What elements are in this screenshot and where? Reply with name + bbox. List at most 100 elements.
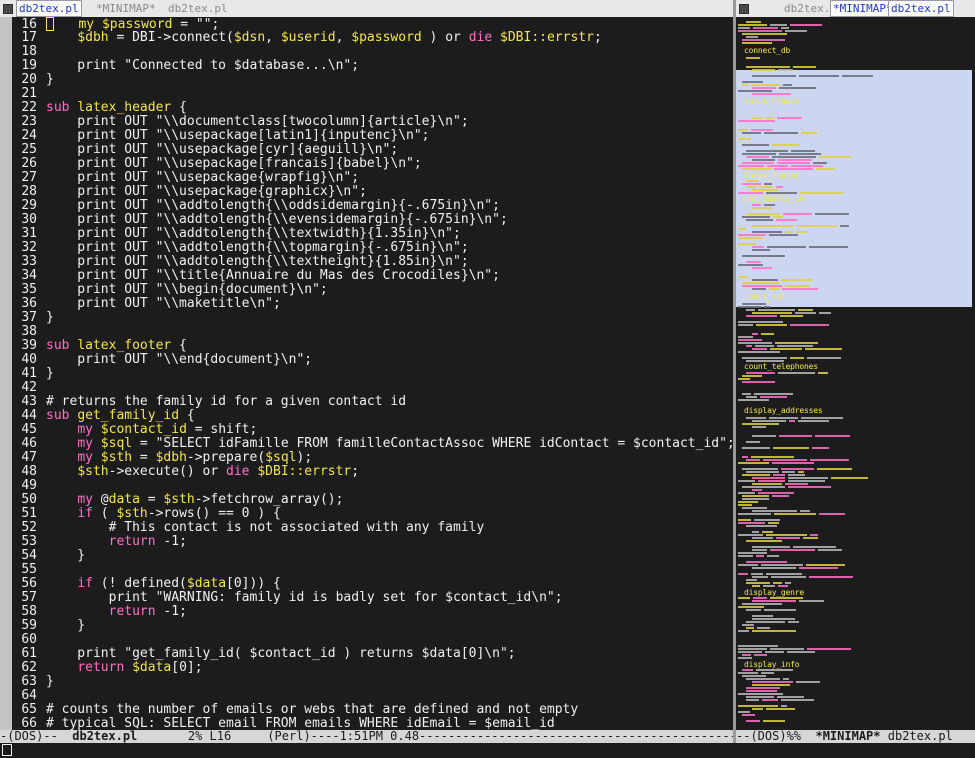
minimap-section-label[interactable]: latex_header bbox=[744, 97, 800, 106]
code-line[interactable]: 20} bbox=[14, 73, 733, 87]
minibuffer[interactable] bbox=[0, 743, 975, 758]
code-line[interactable]: 52 # This contact is not associated with… bbox=[14, 521, 733, 535]
code-line[interactable]: 56 if (! defined($data[0])) { bbox=[14, 577, 733, 591]
code-line[interactable]: 55 bbox=[14, 563, 733, 577]
minimap-code-line bbox=[746, 471, 779, 473]
minimap-code-line bbox=[754, 519, 780, 521]
code-line[interactable]: 17 $dbh = DBI->connect($dsn, $userid, $p… bbox=[14, 31, 733, 45]
code-line[interactable]: 47 my $sth = $dbh->prepare($sql); bbox=[14, 451, 733, 465]
code-line[interactable]: 64 bbox=[14, 689, 733, 703]
code-line[interactable]: 36 print OUT "\\maketitle\n"; bbox=[14, 297, 733, 311]
code-line[interactable]: 62 return $data[0]; bbox=[14, 661, 733, 675]
code-editor[interactable]: 16 my $password = ""; 17 $dbh = DBI->conn… bbox=[14, 17, 733, 730]
code-line[interactable]: 37} bbox=[14, 311, 733, 325]
minimap-code-line bbox=[819, 513, 845, 515]
code-line[interactable]: 61 print "get_family_id( $contact_id ) r… bbox=[14, 647, 733, 661]
code-line[interactable]: 39 sub latex_footer { bbox=[14, 339, 733, 353]
code-line[interactable]: 51 if ( $sth->rows() == 0 ) { bbox=[14, 507, 733, 521]
line-number: 48 bbox=[21, 464, 37, 479]
minimap-code-line bbox=[752, 93, 791, 95]
code-line[interactable]: 43 # returns the family id for a given co… bbox=[14, 395, 733, 409]
minimap-section-label[interactable]: display_genre bbox=[744, 588, 804, 597]
code-line[interactable]: 35 print OUT "\\begin{document}\n"; bbox=[14, 283, 733, 297]
minimap-code-line bbox=[788, 480, 825, 482]
tab-minimap[interactable]: *MINIMAP* bbox=[94, 1, 158, 16]
code-line[interactable]: 32 print OUT "\\addtolength{\\topmargin}… bbox=[14, 241, 733, 255]
code-line[interactable]: 45 my $contact_id = shift; bbox=[14, 423, 733, 437]
code-line[interactable]: 66 # typical SQL: SELECT email FROM email… bbox=[14, 717, 733, 731]
code-line[interactable]: 50 my @data = $sth->fetchrow_array(); bbox=[14, 493, 733, 507]
minimap-code-line bbox=[738, 522, 765, 524]
code-line[interactable]: 21 bbox=[14, 87, 733, 101]
code-line[interactable]: 59 } bbox=[14, 619, 733, 633]
code-line[interactable]: 29 print OUT "\\addtolength{\\oddsidemar… bbox=[14, 199, 733, 213]
code-line[interactable]: 30 print OUT "\\addtolength{\\evensidema… bbox=[14, 213, 733, 227]
line-code: } bbox=[37, 674, 54, 689]
code-line[interactable]: 25 print OUT "\\usepackage[cyr]{aeguill}… bbox=[14, 143, 733, 157]
minimap-code-line bbox=[766, 534, 807, 536]
code-line[interactable]: 26 print OUT "\\usepackage[francais]{bab… bbox=[14, 157, 733, 171]
minimap-section-label[interactable]: display_addresses bbox=[744, 406, 823, 415]
minimap-code-line bbox=[779, 153, 821, 155]
code-line[interactable]: 44 sub get_family_id { bbox=[14, 409, 733, 423]
minimap-code-line bbox=[766, 192, 797, 194]
code-line[interactable]: 40 print OUT "\\end{document}\n"; bbox=[14, 353, 733, 367]
code-line[interactable]: 53 return -1; bbox=[14, 535, 733, 549]
code-line[interactable]: 34 print OUT "\\title{Annuaire du Mas de… bbox=[14, 269, 733, 283]
code-line[interactable]: 63} bbox=[14, 675, 733, 689]
minimap-section-label[interactable]: get_family_id bbox=[744, 194, 804, 203]
minimap-code-line bbox=[785, 582, 791, 584]
line-number: 47 bbox=[21, 450, 37, 465]
minimap-code-line bbox=[738, 711, 750, 713]
line-number: 27 bbox=[21, 170, 37, 185]
code-line[interactable]: 28 print OUT "\\usepackage{graphicx}\n"; bbox=[14, 185, 733, 199]
minimap-code-line bbox=[799, 75, 839, 77]
code-line[interactable]: 38 bbox=[14, 325, 733, 339]
code-line[interactable]: 65 # counts the number of emails or webs … bbox=[14, 703, 733, 717]
code-line[interactable]: 19 print "Connected to $database...\n"; bbox=[14, 59, 733, 73]
code-line[interactable]: 42 bbox=[14, 381, 733, 395]
code-line[interactable]: 31 print OUT "\\addtolength{\\textwidth}… bbox=[14, 227, 733, 241]
tab-db2tex-right-2[interactable]: db2tex.pl bbox=[888, 0, 954, 17]
minimap-code-line bbox=[742, 603, 782, 605]
minimap[interactable]: connect_db latex_header latex_footer get_fa… bbox=[736, 17, 975, 730]
minimap-section-label[interactable]: latex_footer bbox=[744, 171, 800, 180]
code-line[interactable]: 22 sub latex_header { bbox=[14, 101, 733, 115]
minimap-code-line bbox=[793, 546, 836, 548]
minimap-code-line bbox=[776, 219, 797, 221]
line-number: 23 bbox=[21, 114, 37, 129]
code-line[interactable]: 16 my $password = ""; bbox=[14, 17, 733, 31]
code-token: } bbox=[46, 366, 54, 381]
line-code: sub latex_header { bbox=[37, 100, 187, 115]
code-line[interactable]: 33 print OUT "\\addtolength{\\textheight… bbox=[14, 255, 733, 269]
code-line[interactable]: 48 $sth->execute() or die $DBI::errstr; bbox=[14, 465, 733, 479]
code-line[interactable]: 27 print OUT "\\usepackage{wrapfig}\n"; bbox=[14, 171, 733, 185]
code-line[interactable]: 18 bbox=[14, 45, 733, 59]
code-line[interactable]: 58 return -1; bbox=[14, 605, 733, 619]
code-line[interactable]: 41} bbox=[14, 367, 733, 381]
code-token: = shift; bbox=[186, 422, 258, 437]
code-line[interactable]: 57 print "WARNING: family id is badly se… bbox=[14, 591, 733, 605]
minimap-code-line bbox=[766, 708, 795, 710]
tab-minimap-right[interactable]: *MINIMAP* bbox=[830, 0, 896, 17]
code-token: $dsn bbox=[233, 30, 266, 45]
code-line[interactable]: 49 bbox=[14, 479, 733, 493]
minimap-section-label[interactable]: count_sql bbox=[744, 292, 786, 301]
code-line[interactable]: 60 bbox=[14, 633, 733, 647]
tab-db2tex[interactable]: db2tex.pl bbox=[16, 0, 82, 17]
minimap-section-label[interactable]: count_telephones bbox=[744, 362, 818, 371]
tab-db2tex-2[interactable]: db2tex.pl bbox=[166, 1, 230, 16]
line-code: print OUT "\\title{Annuaire du Mas des C… bbox=[37, 268, 500, 283]
minimap-code-line bbox=[781, 705, 787, 707]
code-line[interactable]: 46 my $sql = "SELECT idFamille FROM fami… bbox=[14, 437, 733, 451]
code-line[interactable]: 24 print OUT "\\usepackage[latin1]{input… bbox=[14, 129, 733, 143]
code-token: $contact_id bbox=[100, 422, 187, 437]
minimap-code-line bbox=[770, 549, 815, 551]
line-number: 45 bbox=[21, 422, 37, 437]
code-line[interactable]: 23 print OUT "\\documentclass[twocolumn]… bbox=[14, 115, 733, 129]
minimap-section-label[interactable]: display_info bbox=[744, 660, 800, 669]
line-code: } bbox=[37, 72, 54, 87]
code-line[interactable]: 54 } bbox=[14, 549, 733, 563]
minimap-section-label[interactable]: connect_db bbox=[744, 46, 790, 55]
